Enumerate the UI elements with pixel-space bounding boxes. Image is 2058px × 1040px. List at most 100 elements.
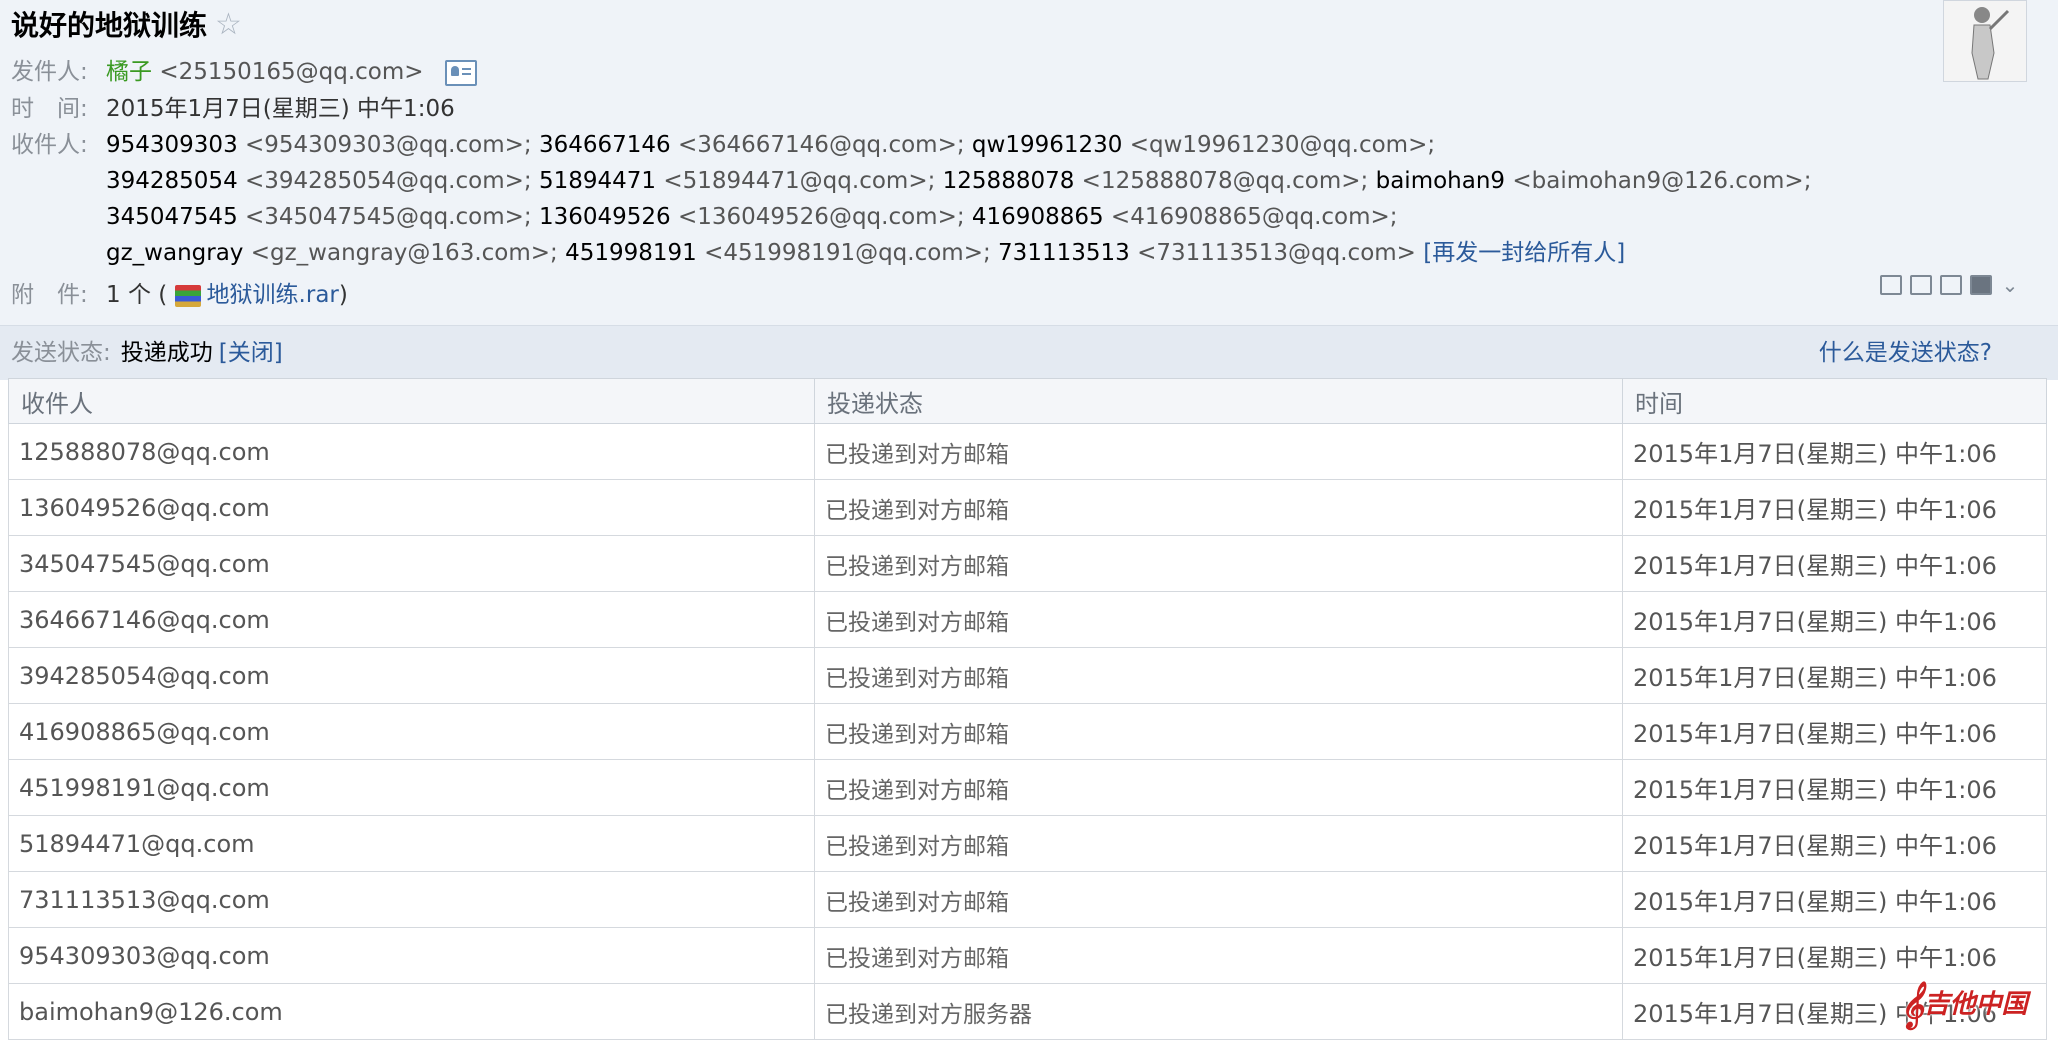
resend-all-link[interactable]: [再发一封给所有人] xyxy=(1423,240,1625,266)
recipient-cell: 345047545@qq.com xyxy=(8,535,815,592)
delivery-table: 收件人 投递状态 时间 125888078@qq.com 已投递到对方邮箱 2015… xyxy=(8,378,2047,1040)
avatar-image xyxy=(1944,1,2026,81)
table-row: 731113513@qq.com 已投递到对方邮箱 2015年1月7日(星期三) 中… xyxy=(8,871,2047,928)
status-cell: 已投递到对方邮箱 xyxy=(814,815,1623,872)
column-header-recipient: 收件人 xyxy=(8,378,815,424)
table-row: 416908865@qq.com 已投递到对方邮箱 2015年1月7日(星期三) 中… xyxy=(8,703,2047,760)
recipient-address: <gz_wangray@163.com>; xyxy=(250,240,558,266)
star-icon[interactable]: ☆ xyxy=(215,7,242,42)
recipient-cell: baimohan9@126.com xyxy=(8,983,815,1040)
status-help-link[interactable]: 什么是发送状态? xyxy=(1819,326,1992,380)
recipients-line-2: 394285054 <394285054@qq.com>; 51894471 <… xyxy=(106,163,1811,199)
mail-time: 2015年1月7日(星期三) 中午1:06 xyxy=(106,96,455,122)
status-cell: 已投递到对方邮箱 xyxy=(814,927,1623,984)
recipient-name[interactable]: 416908865 xyxy=(972,204,1104,230)
column-header-status: 投递状态 xyxy=(814,378,1623,424)
time-cell: 2015年1月7日(星期三) 中午1:06 xyxy=(1622,591,2047,648)
chevron-down-icon[interactable]: ⌄ xyxy=(2000,275,2020,295)
recipient-name[interactable]: 451998191 xyxy=(565,240,697,266)
time-cell: 2015年1月7日(星期三) 中午1:06 xyxy=(1622,927,2047,984)
time-cell: 2015年1月7日(星期三) 中午1:06 xyxy=(1622,703,2047,760)
site-watermark: 𝄞吉他中国 xyxy=(1900,982,2050,1030)
recipient-name[interactable]: gz_wangray xyxy=(106,240,243,266)
status-cell: 已投递到对方邮箱 xyxy=(814,703,1623,760)
recipients-line-4: gz_wangray <gz_wangray@163.com>; 4519981… xyxy=(106,235,1625,271)
recipient-name[interactable]: 125888078 xyxy=(943,168,1075,194)
print-icon[interactable] xyxy=(1970,275,1992,295)
rar-file-icon xyxy=(174,284,201,307)
time-cell: 2015年1月7日(星期三) 中午1:06 xyxy=(1622,647,2047,704)
column-header-time: 时间 xyxy=(1622,378,2047,424)
recipient-name[interactable]: 364667146 xyxy=(539,132,671,158)
note-icon[interactable] xyxy=(1910,275,1932,295)
table-row: 364667146@qq.com 已投递到对方邮箱 2015年1月7日(星期三) 中… xyxy=(8,591,2047,648)
recipient-address: <125888078@qq.com>; xyxy=(1081,168,1369,194)
table-header-row: 收件人 投递状态 时间 xyxy=(8,378,2047,424)
recipient-address: <451998191@qq.com>; xyxy=(704,240,991,266)
recipient-name[interactable]: 136049526 xyxy=(539,204,671,230)
time-cell: 2015年1月7日(星期三) 中午1:06 xyxy=(1622,759,2047,816)
recipient-name[interactable]: qw19961230 xyxy=(972,132,1122,158)
download-icon[interactable] xyxy=(1940,275,1962,295)
guitar-logo-icon: 𝄞 xyxy=(1900,982,1924,1028)
table-row: 125888078@qq.com 已投递到对方邮箱 2015年1月7日(星期三) 中… xyxy=(8,423,2047,480)
recipient-cell: 451998191@qq.com xyxy=(8,759,815,816)
recipient-name[interactable]: 394285054 xyxy=(106,168,238,194)
close-status-link[interactable]: [关闭] xyxy=(219,340,283,366)
time-label: 时 间: xyxy=(11,96,88,122)
attachment-close-paren: ) xyxy=(338,282,348,308)
window-icon[interactable] xyxy=(1880,275,1902,295)
status-cell: 已投递到对方邮箱 xyxy=(814,591,1623,648)
from-row: 发件人: 橘子 <25150165@qq.com> xyxy=(11,54,477,90)
table-row: 345047545@qq.com 已投递到对方邮箱 2015年1月7日(星期三) 中… xyxy=(8,535,2047,592)
sender-name[interactable]: 橘子 xyxy=(106,59,152,85)
table-row: baimohan9@126.com 已投递到对方服务器 2015年1月7日(星期三)… xyxy=(8,983,2047,1040)
recipient-address: <364667146@qq.com>; xyxy=(677,132,965,158)
table-row: 954309303@qq.com 已投递到对方邮箱 2015年1月7日(星期三) 中… xyxy=(8,927,2047,984)
send-status-bar: 发送状态: 投递成功 [关闭] 什么是发送状态? xyxy=(0,325,2058,380)
recipient-cell: 125888078@qq.com xyxy=(8,423,815,480)
time-cell: 2015年1月7日(星期三) 中午1:06 xyxy=(1622,423,2047,480)
recipient-address: <954309303@qq.com>; xyxy=(245,132,532,158)
attachment-label: 附 件: xyxy=(11,282,88,308)
recipient-name[interactable]: 954309303 xyxy=(106,132,238,158)
status-cell: 已投递到对方邮箱 xyxy=(814,535,1623,592)
recipient-cell: 731113513@qq.com xyxy=(8,871,815,928)
recipient-name[interactable]: 51894471 xyxy=(539,168,656,194)
status-cell: 已投递到对方邮箱 xyxy=(814,871,1623,928)
recipient-cell: 416908865@qq.com xyxy=(8,703,815,760)
recipient-name[interactable]: 731113513 xyxy=(998,240,1130,266)
contact-card-icon[interactable] xyxy=(444,59,477,86)
status-label: 发送状态: xyxy=(11,340,111,366)
recipient-address: <51894471@qq.com>; xyxy=(663,168,936,194)
table-row: 136049526@qq.com 已投递到对方邮箱 2015年1月7日(星期三) 中… xyxy=(8,479,2047,536)
time-row: 时 间: 2015年1月7日(星期三) 中午1:06 xyxy=(11,91,455,127)
recipient-name[interactable]: 345047545 xyxy=(106,204,238,230)
table-row: 51894471@qq.com 已投递到对方邮箱 2015年1月7日(星期三) 中午… xyxy=(8,815,2047,872)
attachment-count: 1 个 ( xyxy=(106,282,168,308)
recipient-address: <731113513@qq.com> xyxy=(1137,240,1416,266)
table-row: 394285054@qq.com 已投递到对方邮箱 2015年1月7日(星期三) 中… xyxy=(8,647,2047,704)
recipient-cell: 51894471@qq.com xyxy=(8,815,815,872)
recipient-cell: 394285054@qq.com xyxy=(8,647,815,704)
mail-toolbar: ⌄ xyxy=(1880,275,2020,295)
attachment-file-link[interactable]: 地狱训练.rar xyxy=(207,282,339,308)
recipient-address: <345047545@qq.com>; xyxy=(245,204,532,230)
time-cell: 2015年1月7日(星期三) 中午1:06 xyxy=(1622,479,2047,536)
recipient-address: <394285054@qq.com>; xyxy=(245,168,532,194)
recipients-line-3: 345047545 <345047545@qq.com>; 136049526 … xyxy=(106,199,1398,235)
watermark-text: 吉他中国 xyxy=(1923,989,2028,1020)
sender-address[interactable]: <25150165@qq.com> xyxy=(159,59,423,85)
recipient-address: <136049526@qq.com>; xyxy=(677,204,965,230)
status-value: 投递成功 xyxy=(120,340,213,366)
recipient-name[interactable]: baimohan9 xyxy=(1376,168,1505,194)
recipient-address: <baimohan9@126.com>; xyxy=(1512,168,1812,194)
recipient-cell: 364667146@qq.com xyxy=(8,591,815,648)
to-label: 收件人: xyxy=(11,132,88,158)
avatar[interactable] xyxy=(1943,0,2027,82)
to-label-row: 收件人: xyxy=(11,127,106,163)
status-cell: 已投递到对方服务器 xyxy=(814,983,1623,1040)
recipients-line-1: 954309303 <954309303@qq.com>; 364667146 … xyxy=(106,127,1435,163)
attachment-row: 附 件: 1 个 ( 地狱训练.rar) xyxy=(11,277,348,313)
status-cell: 已投递到对方邮箱 xyxy=(814,647,1623,704)
